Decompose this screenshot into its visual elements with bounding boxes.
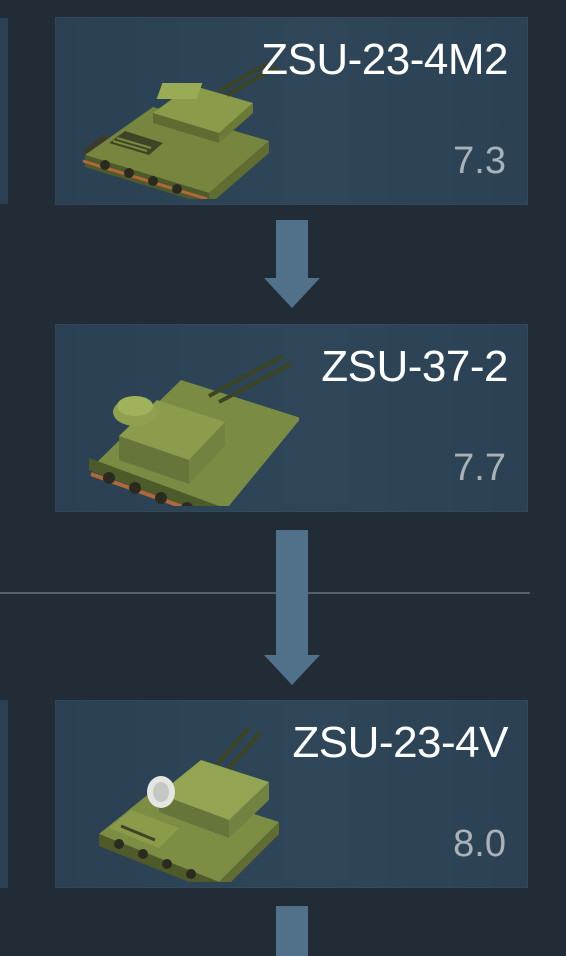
battle-rating: 7.7: [453, 447, 506, 489]
neighbor-card-edge[interactable]: [0, 700, 8, 888]
battle-rating: 8.0: [453, 823, 506, 865]
spaa-tank-icon: [89, 354, 299, 506]
down-arrow-icon: [264, 530, 320, 685]
tree-connector: [276, 906, 308, 956]
battle-rating: 7.3: [453, 140, 506, 182]
tech-tree-column: ZSU-23-4M2 7.3 ZSU-37-2 7.7 ZSU-23-4V 8.…: [0, 0, 566, 956]
vehicle-name: ZSU-23-4V: [292, 718, 508, 767]
vehicle-name: ZSU-23-4M2: [261, 35, 508, 84]
spaa-tank-icon: [99, 726, 279, 882]
vehicle-name: ZSU-37-2: [321, 342, 508, 391]
vehicle-card-zsu-23-4m2[interactable]: ZSU-23-4M2 7.3: [55, 17, 528, 205]
neighbor-card-edge[interactable]: [0, 18, 8, 204]
down-arrow-icon: [264, 220, 320, 308]
vehicle-card-zsu-23-4v[interactable]: ZSU-23-4V 8.0: [55, 700, 528, 888]
vehicle-card-zsu-37-2[interactable]: ZSU-37-2 7.7: [55, 324, 528, 512]
